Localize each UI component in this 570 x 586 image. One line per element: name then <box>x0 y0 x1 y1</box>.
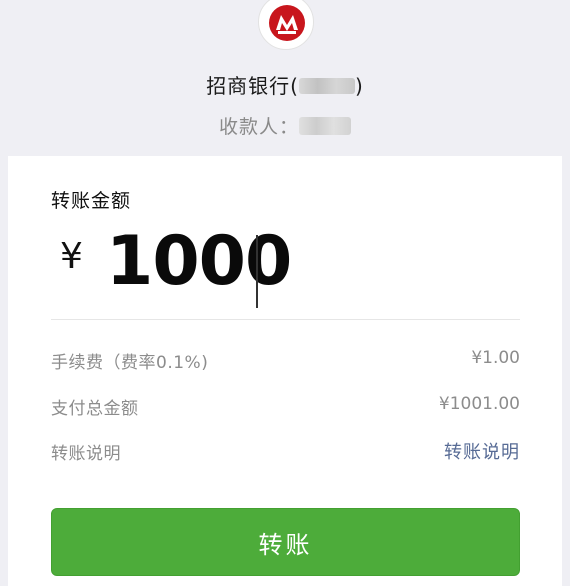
text-cursor <box>256 235 258 308</box>
bank-name: 招商银行( <box>206 74 299 98</box>
fee-value: ¥1.00 <box>471 348 520 368</box>
bank-name-suffix: ) <box>355 74 364 98</box>
amount-input[interactable]: 1000 <box>106 222 292 301</box>
transfer-button[interactable]: 转账 <box>51 508 520 576</box>
bank-name-line: 招商银行() <box>0 70 570 99</box>
divider <box>51 319 520 320</box>
total-value: ¥1001.00 <box>438 394 520 414</box>
amount-label: 转账金额 <box>51 190 132 212</box>
note-label: 转账说明 <box>51 444 121 464</box>
transfer-page: 招商银行() 收款人： 转账金额 ¥ 1000 手续费（费率0.1%) ¥1.0… <box>0 0 570 586</box>
redacted-account <box>299 77 355 94</box>
bank-logo <box>258 0 314 50</box>
redacted-recipient-name <box>299 116 351 135</box>
transfer-card: 转账金额 ¥ 1000 手续费（费率0.1%) ¥1.00 支付总金额 ¥100… <box>8 156 562 586</box>
payee-header: 招商银行() 收款人： <box>0 0 570 156</box>
transfer-button-label: 转账 <box>258 530 313 559</box>
recipient-line: 收款人： <box>0 112 570 139</box>
fee-label: 手续费（费率0.1%) <box>51 353 209 373</box>
cmb-logo-icon <box>269 5 305 41</box>
note-link[interactable]: 转账说明 <box>444 438 520 464</box>
recipient-label: 收款人： <box>218 116 299 138</box>
total-label: 支付总金额 <box>51 399 139 419</box>
currency-symbol: ¥ <box>60 236 83 277</box>
